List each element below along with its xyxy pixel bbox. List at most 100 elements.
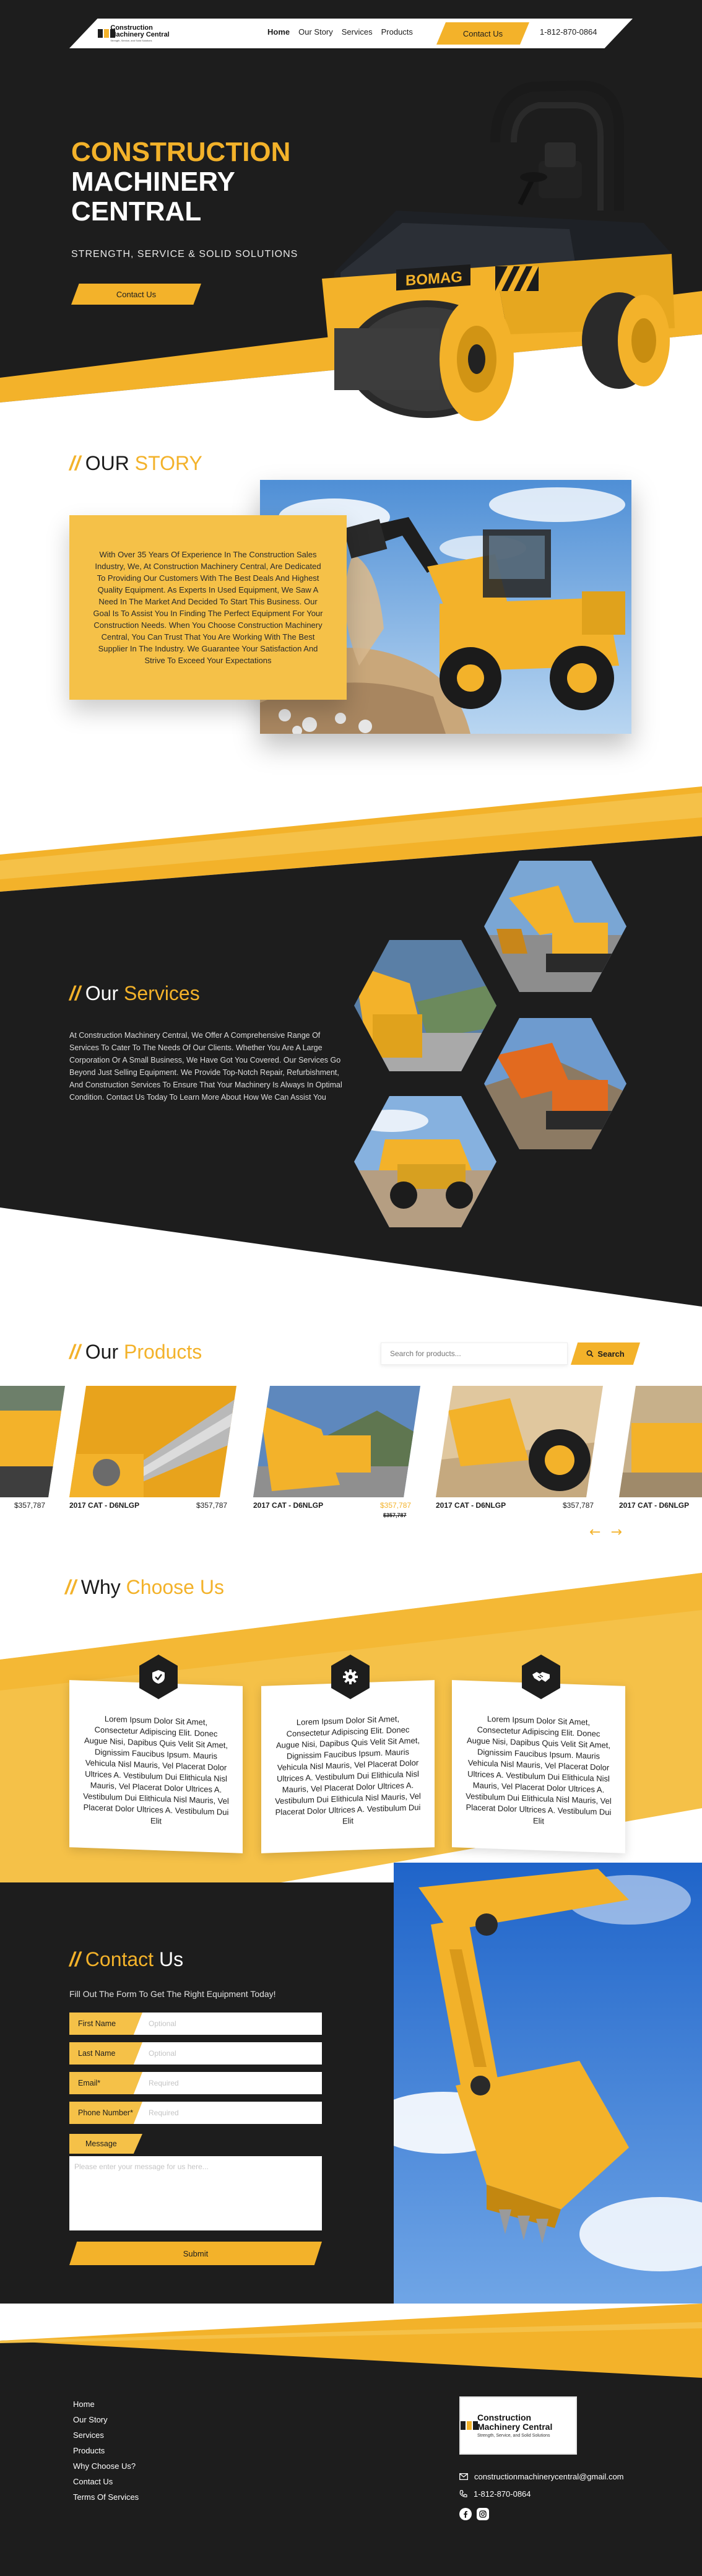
search-label: Search [597, 1349, 625, 1359]
road-roller-image: BOMAG [322, 80, 675, 421]
product-name: 2017 CAT - D6NLGP [619, 1501, 690, 1510]
first-name-field: First Name [69, 2012, 322, 2035]
products-title: //Our Products [69, 1341, 202, 1364]
last-name-field: Last Name [69, 2042, 322, 2065]
phone-input[interactable] [149, 2102, 316, 2124]
hero-title-line3: CENTRAL [71, 196, 202, 227]
arrow-left-icon[interactable]: ← [589, 1525, 600, 1540]
footer-phone[interactable]: 1-812-870-0864 [459, 2489, 531, 2499]
logo-name: Construction Machinery Central [110, 24, 170, 38]
product-image [619, 1386, 702, 1497]
footer-link-terms[interactable]: Terms Of Services [73, 2489, 139, 2505]
service-hex-excavator-1 [484, 861, 626, 992]
footer-link-products[interactable]: Products [73, 2443, 139, 2458]
product-card[interactable]: 2017 CAT - D6NLGP [619, 1386, 702, 1522]
search-icon [586, 1350, 594, 1357]
footer-link-contact-us[interactable]: Contact Us [73, 2474, 139, 2489]
message-textarea[interactable] [69, 2156, 322, 2230]
contact-title-b: Us [158, 1948, 184, 1970]
contact-subtitle: Fill Out The Form To Get The Right Equip… [69, 1989, 276, 1999]
nav-products[interactable]: Products [381, 27, 413, 37]
title-slash-icon: // [65, 1576, 76, 1598]
product-image [0, 1386, 65, 1497]
why-card-text: Lorem Ipsum Dolor Sit Amet, Consectetur … [466, 1714, 612, 1826]
nav-phone[interactable]: 1-812-870-0864 [540, 27, 597, 37]
instagram-icon[interactable] [477, 2508, 489, 2520]
footer-logo-tagline: Strength, Service, and Solid Solutions [477, 2433, 550, 2438]
first-name-input[interactable] [149, 2012, 316, 2035]
product-name: 2017 CAT - D6NLGP [436, 1501, 506, 1510]
product-search-button[interactable]: Search [571, 1342, 640, 1365]
facebook-icon[interactable] [459, 2508, 472, 2520]
last-name-input[interactable] [149, 2042, 316, 2065]
first-name-label: First Name [69, 2012, 142, 2035]
products-title-b: Products [124, 1341, 202, 1363]
logo-mark-icon [461, 2421, 478, 2430]
product-carousel[interactable]: $357,787 2017 CAT - D6NLGP $357,787 2017… [0, 1386, 702, 1522]
email-input[interactable] [149, 2072, 316, 2094]
product-name: 2017 CAT - D6NLGP [69, 1501, 140, 1510]
arrow-right-icon[interactable]: → [610, 1525, 622, 1540]
carousel-arrows: ← → [589, 1525, 622, 1540]
footer-link-services[interactable]: Services [73, 2427, 139, 2443]
hero-title-line2: MACHINERY [71, 167, 235, 197]
product-price: $357,787 [196, 1501, 228, 1510]
service-hex-excavator-3 [484, 1018, 626, 1149]
footer-link-why-choose-us[interactable]: Why Choose Us? [73, 2458, 139, 2474]
mail-icon [459, 2473, 468, 2480]
footer-email[interactable]: constructionmachinerycentral@gmail.com [459, 2472, 624, 2481]
title-slash-icon: // [69, 982, 80, 1004]
nav-contact-button[interactable]: Contact Us [436, 22, 529, 45]
story-title-a: OUR [85, 452, 129, 474]
product-price: $357,787 [14, 1501, 46, 1510]
nav-links: Home Our Story Services Products [267, 27, 413, 37]
email-label: Email* [69, 2072, 142, 2094]
footer-link-home[interactable]: Home [73, 2396, 139, 2412]
why-title-b: Choose Us [126, 1576, 224, 1598]
title-slash-icon: // [69, 1948, 80, 1970]
why-card-text: Lorem Ipsum Dolor Sit Amet, Consectetur … [275, 1714, 421, 1826]
why-card: Lorem Ipsum Dolor Sit Amet, Consectetur … [69, 1680, 243, 1853]
last-name-label: Last Name [69, 2042, 142, 2065]
product-card[interactable]: 2017 CAT - D6NLGP $357,787 [69, 1386, 249, 1522]
hero-title: CONSTRUCTION MACHINERY CENTRAL [71, 137, 290, 227]
nav-home[interactable]: Home [267, 27, 290, 37]
why-title: //Why Choose Us [65, 1576, 224, 1599]
why-card: Lorem Ipsum Dolor Sit Amet, Consectetur … [261, 1680, 435, 1853]
hero-subtitle: STRENGTH, SERVICE & SOLID SOLUTIONS [71, 249, 298, 259]
service-hex-excavator-2 [354, 940, 496, 1071]
why-title-a: Why [80, 1576, 121, 1598]
nav-services[interactable]: Services [342, 27, 373, 37]
phone-icon [459, 2490, 467, 2497]
message-label: Message [69, 2134, 142, 2154]
product-image [69, 1386, 236, 1497]
product-card[interactable]: 2017 CAT - D6NLGP $357,787 [436, 1386, 615, 1522]
hero-contact-button[interactable]: Contact Us [71, 284, 201, 305]
title-slash-icon: // [69, 452, 80, 474]
product-card[interactable]: 2017 CAT - D6NLGP $357,787 $357,787 [253, 1386, 433, 1522]
contact-excavator-photo [394, 1863, 702, 2304]
story-body: With Over 35 Years Of Experience In The … [93, 550, 323, 665]
footer-email-text: constructionmachinerycentral@gmail.com [474, 2472, 624, 2481]
hero-title-line1: CONSTRUCTION [71, 137, 291, 167]
services-body: At Construction Machinery Central, We Of… [69, 1031, 342, 1102]
product-image [436, 1386, 603, 1497]
service-hex-dump-truck [354, 1096, 496, 1227]
product-old-price: $357,787 [383, 1512, 407, 1518]
phone-label: Phone Number* [69, 2102, 142, 2124]
services-title-a: Our [85, 982, 119, 1004]
email-field: Email* [69, 2072, 322, 2094]
submit-button[interactable]: Submit [69, 2242, 322, 2265]
product-price: $357,787 [563, 1501, 594, 1510]
products-title-a: Our [85, 1341, 119, 1363]
contact-title: //Contact Us [69, 1948, 183, 1971]
story-title: //OUR STORY [69, 452, 202, 475]
product-search-input[interactable] [381, 1342, 568, 1365]
contact-title-a: Contact [85, 1948, 154, 1970]
logo-mark-icon [98, 29, 115, 38]
footer-logo[interactable]: Construction Machinery Central Strength,… [459, 2396, 577, 2455]
product-card-edge[interactable]: $357,787 [0, 1386, 77, 1522]
nav-our-story[interactable]: Our Story [298, 27, 333, 37]
footer-link-our-story[interactable]: Our Story [73, 2412, 139, 2427]
logo[interactable]: Construction Machinery Central Strength,… [98, 22, 171, 45]
